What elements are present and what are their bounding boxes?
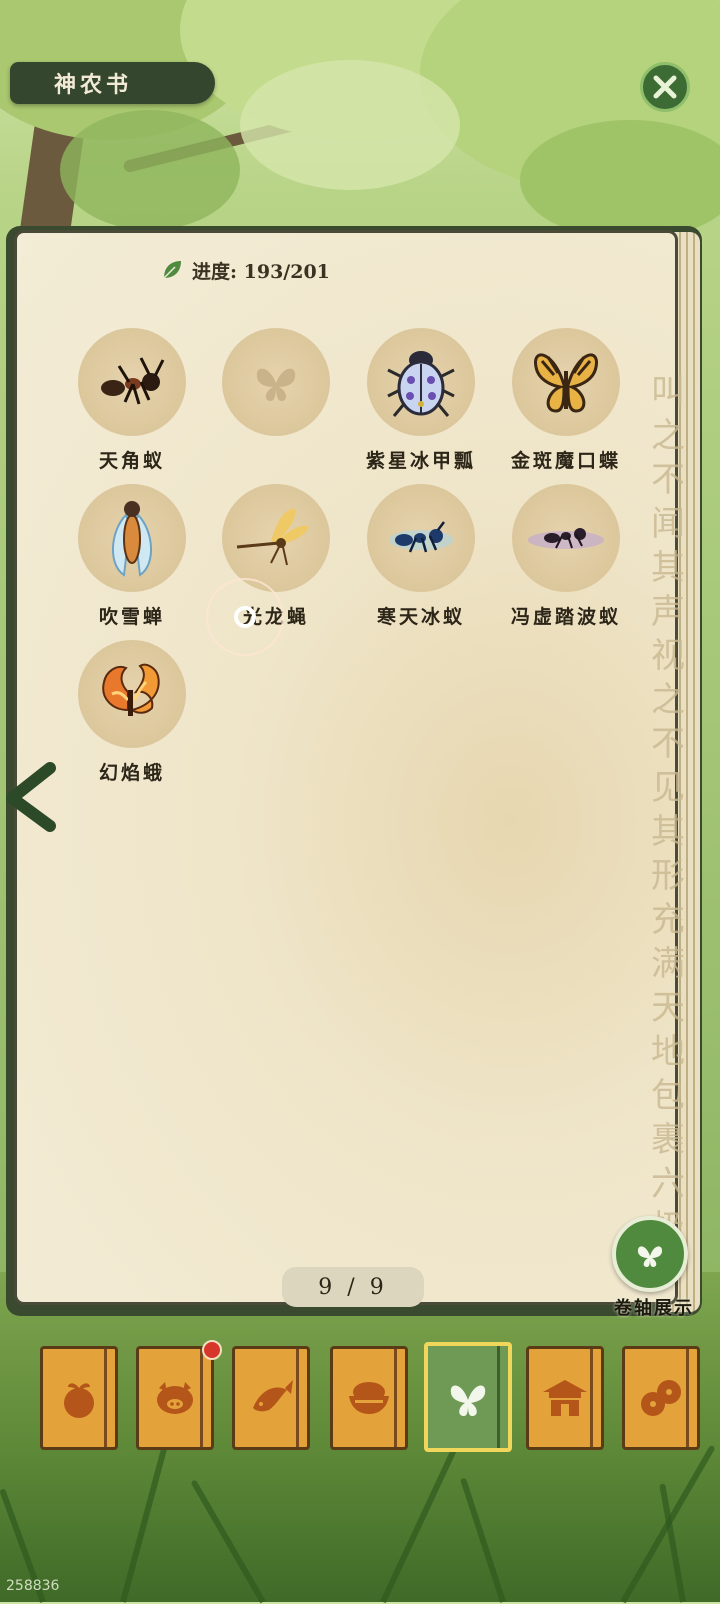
collection-item[interactable]: 吹雪蝉 [62, 484, 202, 629]
tab-fish[interactable] [232, 1346, 310, 1450]
progress-indicator: 进度: 193/201 [160, 256, 330, 284]
leaf-icon [163, 261, 181, 279]
collection-item[interactable]: 紫星冰甲瓢 [351, 328, 491, 473]
house-icon [543, 1380, 587, 1416]
collection-item[interactable]: 冯虚踏波蚁 [496, 484, 636, 629]
tree-canopy [0, 0, 720, 250]
item-name: 吹雪蝉 [98, 606, 165, 628]
close-button[interactable] [640, 62, 690, 112]
ice-ant-icon [389, 521, 453, 553]
item-name: 紫星冰甲瓢 [365, 450, 476, 472]
tab-beans[interactable] [622, 1346, 700, 1450]
cicada-icon [111, 501, 153, 577]
butterfly-icon [534, 353, 598, 413]
scroll-display-label: 卷轴展示 [614, 1298, 694, 1319]
ant-icon [101, 357, 165, 405]
water-ant-icon [528, 528, 604, 549]
collection-item[interactable]: 幻焰蛾 [62, 640, 202, 785]
previous-page-arrow-icon[interactable] [2, 762, 60, 832]
tab-insects[interactable] [424, 1342, 512, 1452]
progress-label: 进度: 193/201 [192, 260, 330, 283]
watermark: 258836 [6, 1578, 60, 1594]
item-name: 天角蚁 [98, 450, 165, 472]
locked-butterfly-icon [256, 368, 296, 401]
dragonfly-icon [236, 508, 309, 566]
item-name: 寒天冰蚁 [376, 606, 465, 628]
background-calligraphy: 叫之不闻其声视之不见其形充满天地包裹六极 [651, 372, 685, 1248]
butterfly-icon [637, 1246, 663, 1267]
fruit-icon [64, 1383, 94, 1418]
tap-indicator [206, 578, 284, 656]
collection-item-locked[interactable] [206, 328, 346, 446]
butterfly-icon [450, 1385, 486, 1416]
collection-item[interactable]: 金斑魔口蝶 [496, 328, 636, 473]
item-name: 金斑魔口蝶 [510, 450, 621, 472]
fish-icon [253, 1380, 293, 1412]
pig-icon [157, 1382, 193, 1414]
notification-badge [202, 1340, 222, 1360]
flame-moth-icon [102, 663, 160, 716]
page-indicator: 9 / 9 [282, 1267, 424, 1307]
item-name: 冯虚踏波蚁 [510, 606, 621, 628]
scroll-display-button[interactable] [612, 1216, 688, 1292]
item-name: 幻焰蛾 [98, 762, 165, 784]
rice-bowl-icon [349, 1382, 389, 1414]
close-icon [653, 75, 677, 99]
tab-buildings[interactable] [526, 1346, 604, 1450]
beans-icon [641, 1380, 681, 1416]
collection-item[interactable]: 寒天冰蚁 [351, 484, 491, 629]
tab-livestock[interactable] [136, 1346, 214, 1450]
ladybug-icon [387, 351, 455, 417]
tab-grain[interactable] [330, 1346, 408, 1450]
collection-item[interactable]: 天角蚁 [62, 328, 202, 473]
tab-fruit[interactable] [40, 1346, 118, 1450]
page-title: 神农书 [10, 62, 215, 104]
